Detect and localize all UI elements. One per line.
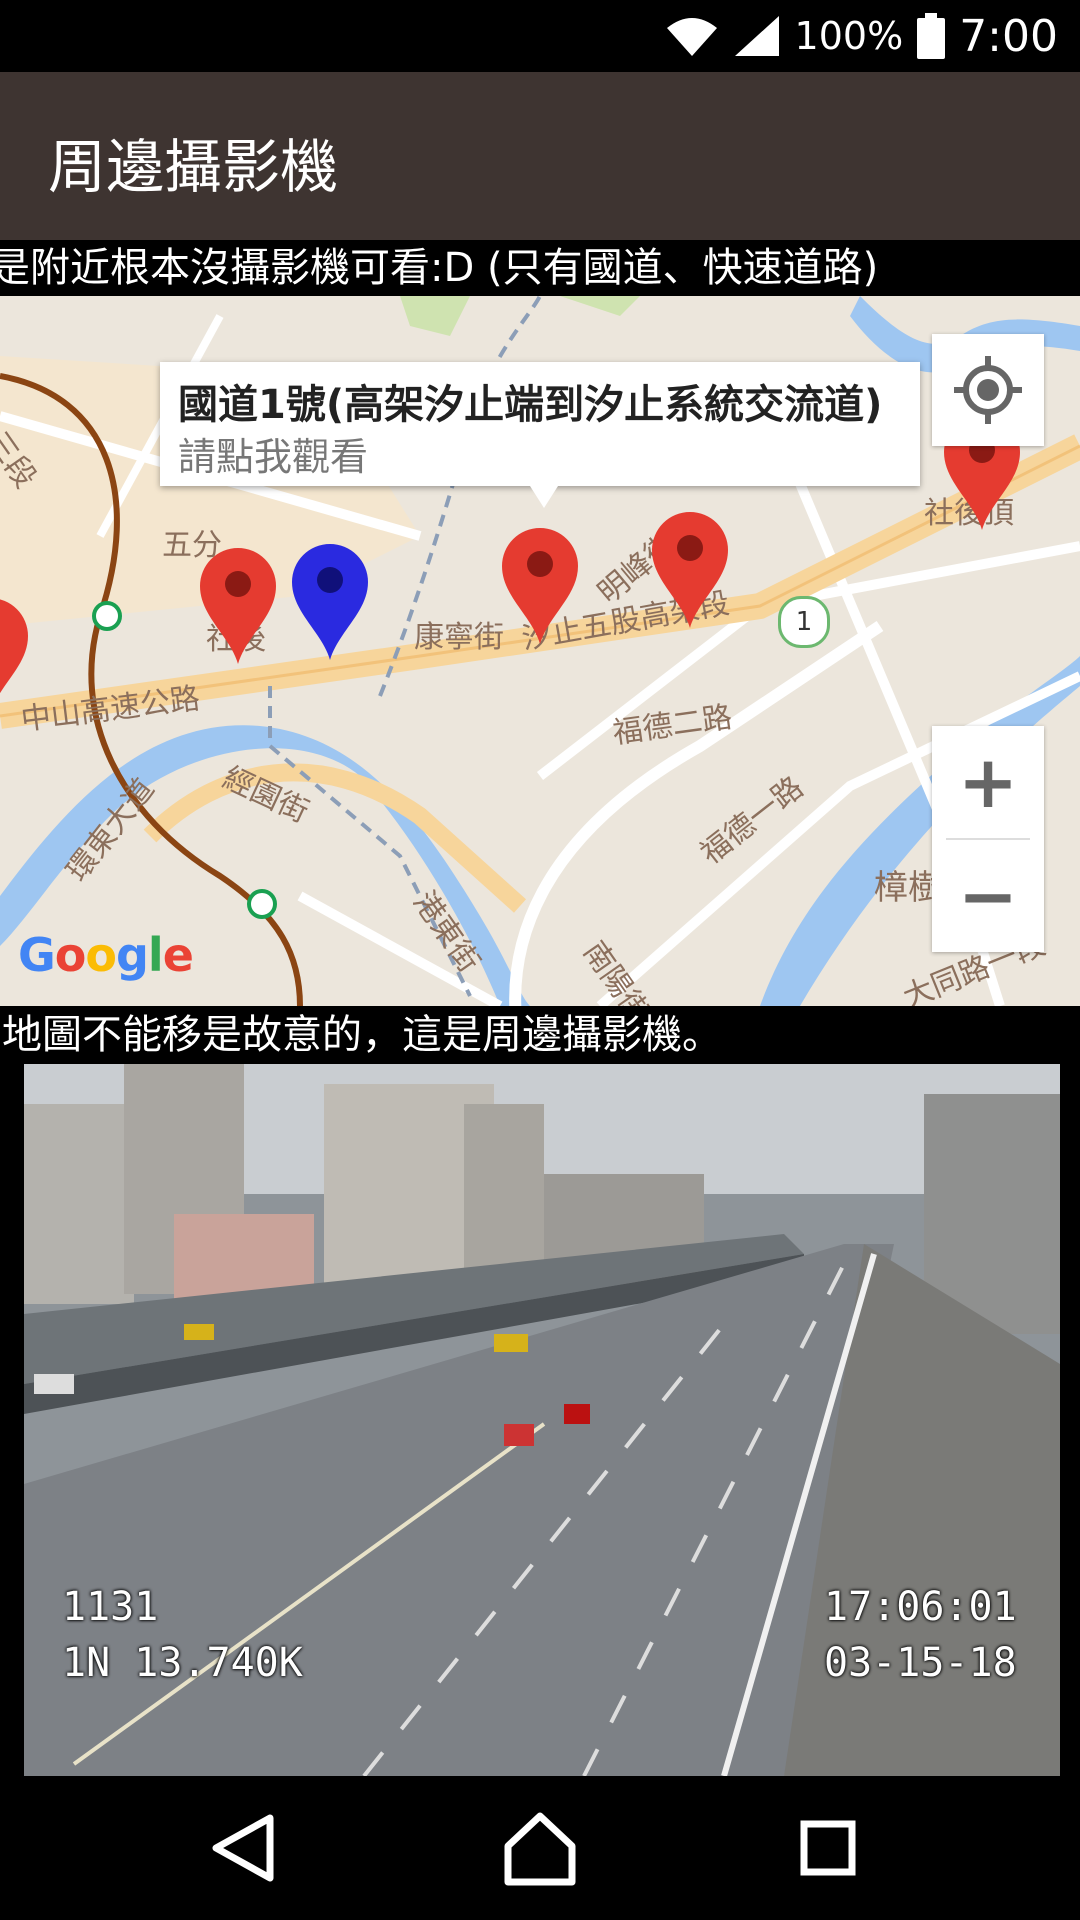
zoom-out-button[interactable]: − <box>932 840 1044 952</box>
google-logo: Google <box>18 928 194 982</box>
map-caption: 地圖不能移是故意的，這是周邊攝影機。 <box>0 1006 1080 1064</box>
camera-location: 1N 13.740K <box>62 1640 303 1686</box>
home-icon[interactable] <box>498 1806 582 1890</box>
wifi-icon <box>666 18 717 56</box>
camera-id: 1131 <box>62 1584 159 1630</box>
app-bar: 周邊攝影機 <box>0 72 1080 240</box>
navigation-bar <box>0 1776 1080 1920</box>
status-bar: 100% 7:00 <box>0 0 1080 72</box>
back-icon[interactable] <box>200 1806 284 1890</box>
current-location-marker[interactable] <box>290 542 370 662</box>
crosshair-icon <box>954 356 1022 424</box>
camera-time: 17:06:01 <box>824 1584 1017 1630</box>
route-shield-number: 1 <box>795 607 813 637</box>
zoom-in-button[interactable]: + <box>932 726 1044 838</box>
notice-text: 是附近根本沒攝影機可看:D (只有國道、快速道路) <box>0 245 879 291</box>
camera-marker[interactable] <box>650 510 730 630</box>
page-title: 周邊攝影機 <box>48 133 339 201</box>
info-window-title: 國道1號(高架汐止端到汐止系統交流道) <box>178 382 883 428</box>
info-window-link[interactable]: 請點我觀看 <box>178 426 368 481</box>
route-shield: 1 <box>778 596 830 648</box>
notice-ticker: 是附近根本沒攝影機可看:D (只有國道、快速道路) <box>0 240 1080 296</box>
camera-marker-selected[interactable] <box>500 526 580 646</box>
camera-date: 03-15-18 <box>824 1640 1017 1686</box>
signal-icon <box>734 16 779 56</box>
camera-marker[interactable] <box>0 596 30 716</box>
caption-text: 地圖不能移是故意的，這是周邊攝影機。 <box>2 1012 722 1058</box>
map-view[interactable]: 五分 社後頂 康寧街 汐止五股高架段 明峰街 福德二路 福德一路 中山高速公路 … <box>0 296 1080 1006</box>
map-label-kangning: 康寧街 <box>414 620 504 655</box>
clock: 7:00 <box>959 10 1058 62</box>
battery-percent: 100% <box>794 14 904 58</box>
info-window[interactable]: 國道1號(高架汐止端到汐止系統交流道) 請點我觀看 <box>160 362 920 508</box>
recents-icon[interactable] <box>786 1806 870 1890</box>
camera-feed-image[interactable]: 1131 1N 13.740K 17:06:01 03-15-18 <box>24 1064 1060 1776</box>
camera-marker[interactable] <box>198 546 278 666</box>
my-location-button[interactable] <box>932 334 1044 446</box>
zoom-controls: + − <box>932 726 1044 952</box>
battery-icon <box>917 13 946 59</box>
